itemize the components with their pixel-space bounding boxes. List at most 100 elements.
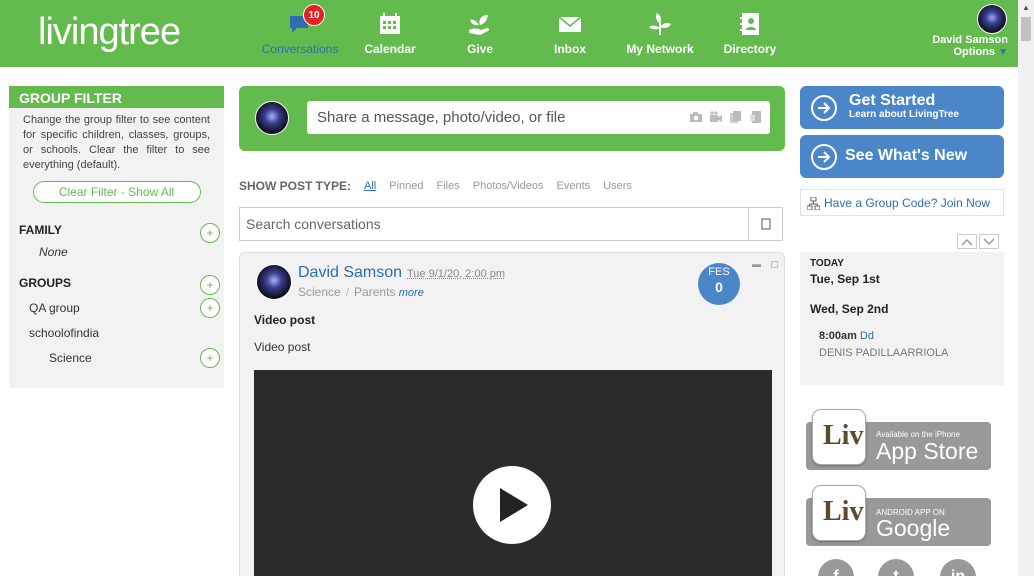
post-body: Video post [254,340,311,354]
post-type-pinned[interactable]: Pinned [389,180,423,192]
audience-group: Science [298,285,341,299]
top-nav-bar: livingtree 10 Conversations Calendar Giv… [0,0,1018,67]
badge-label: FES [708,266,729,278]
options-label: Options [953,46,995,58]
event-link[interactable]: Dd [860,330,874,342]
group-code-link[interactable]: Have a Group Code? Join Now [800,189,1004,216]
upcoming-calendar: TODAY Tue, Sep 1st Wed, Sep 2nd 8:00am Dd… [800,252,1004,385]
directory-icon [737,11,763,37]
window-icon[interactable]: ▢ [770,259,779,270]
post-type-photos-videos[interactable]: Photos/Videos [473,180,544,192]
document-icon[interactable] [749,110,763,124]
play-button[interactable] [473,466,551,544]
group-code-label: Have a Group Code? Join Now [824,196,990,210]
nav-label: My Network [626,42,693,56]
nav-label: Calendar [364,42,415,56]
post-type-label: SHOW POST TYPE: [239,179,351,193]
app-store-big-text: App Store [876,438,978,465]
nav-directory[interactable]: Directory [705,0,795,67]
nav-conversations[interactable]: 10 Conversations [255,0,345,67]
post-composer: Share a message, photo/video, or file [239,86,785,151]
nav-label: Directory [724,42,777,56]
video-player[interactable] [254,370,772,576]
post-type-filter: SHOW POST TYPE: All Pinned Files Photos/… [239,179,632,193]
calendar-event: 8:00am Dd [819,330,874,342]
event-time: 8:00am [819,330,857,342]
give-icon [467,11,493,37]
nav-inbox[interactable]: Inbox [525,0,615,67]
options-menu[interactable]: Options ▼ [918,46,1008,58]
video-camera-icon[interactable] [709,110,723,124]
get-started-button[interactable]: Get Started Learn about LivingTree [800,86,1004,129]
add-subgroup-button[interactable]: + [200,348,220,368]
scroll-thumb[interactable] [1021,17,1031,41]
minimize-icon[interactable]: ▬ [752,259,761,269]
logo-text: livingtree [38,11,180,54]
facebook-icon[interactable]: f [818,559,854,576]
sitemap-icon [807,197,820,210]
arrow-right-icon [811,95,837,121]
post-type-events[interactable]: Events [557,180,591,192]
avatar [255,101,289,135]
calendar-day: Wed, Sep 2nd [810,302,888,316]
nav-give[interactable]: Give [435,0,525,67]
whats-new-title: See What's New [845,147,967,165]
post-author-link[interactable]: David Samson [298,264,402,282]
badge-count: 0 [698,278,740,296]
family-none: None [39,245,68,259]
post-audience: Science / Parents more [298,285,424,299]
attachment-icons [689,110,763,124]
notification-badge: 10 [303,4,325,26]
google-play-badge[interactable]: Liv ANDROID APP ON Google play [806,498,991,546]
get-started-title: Get Started [849,92,935,110]
nav-calendar[interactable]: Calendar [345,0,435,67]
separator: / [346,285,349,299]
inbox-icon [557,11,583,37]
more-link[interactable]: more [399,287,424,299]
post-type-users[interactable]: Users [603,180,632,192]
event-owner: DENIS PADILLAARRIOLA [819,347,948,359]
group-item-schoolofindia[interactable]: schoolofindia [29,326,99,340]
chevron-up-icon [961,238,973,246]
post-type-all[interactable]: All [364,180,376,192]
avatar[interactable] [256,264,292,300]
audience-role: Parents [354,285,395,299]
files-icon[interactable] [729,110,743,124]
add-group-button[interactable]: + [200,275,220,295]
network-icon [647,11,673,37]
add-family-button[interactable]: + [200,223,220,243]
search-conversations-input[interactable]: Search conversations [239,207,749,241]
clear-filter-button[interactable]: Clear Filter - Show All [33,181,201,203]
livingtree-logo[interactable]: livingtree [38,10,180,54]
search-icon [761,218,771,230]
scroll-up-arrow-icon[interactable]: ▲ [1018,0,1034,16]
whats-new-button[interactable]: See What's New [800,135,1004,178]
add-subgroup-button[interactable]: + [200,298,220,318]
calendar-next-button[interactable] [979,234,999,249]
groups-title: GROUPS [19,276,71,290]
group-item-science[interactable]: Science [49,351,92,365]
group-filter-description: Change the group filter to see content f… [9,108,224,173]
user-menu[interactable]: David Samson Options ▼ [918,4,1008,58]
post-timestamp: Tue 9/1/20, 2:00 pm [407,268,505,280]
calendar-day: Tue, Sep 1st [810,272,880,286]
camera-icon[interactable] [689,110,703,124]
page-scrollbar[interactable]: ▲ [1018,0,1034,576]
family-title: FAMILY [19,223,62,237]
nav-my-network[interactable]: My Network [615,0,705,67]
caret-down-icon: ▼ [998,47,1008,58]
post-title: Video post [254,313,315,327]
chevron-down-icon [983,238,995,246]
app-icon-text: Liv [823,496,863,528]
post-card: David Samson Tue 9/1/20, 2:00 pm Science… [239,252,785,576]
get-started-subtitle: Learn about LivingTree [849,109,959,120]
nav-label: Inbox [554,42,586,56]
post-type-files[interactable]: Files [437,180,460,192]
calendar-prev-button[interactable] [957,234,977,249]
group-item-qa-group[interactable]: QA group [29,301,80,315]
group-filter-title: GROUP FILTER [9,86,224,108]
search-button[interactable] [748,207,783,241]
avatar[interactable] [977,4,1007,34]
status-badge[interactable]: FES 0 [698,263,740,305]
app-store-badge[interactable]: Liv Available on the iPhone App Store [806,422,991,470]
